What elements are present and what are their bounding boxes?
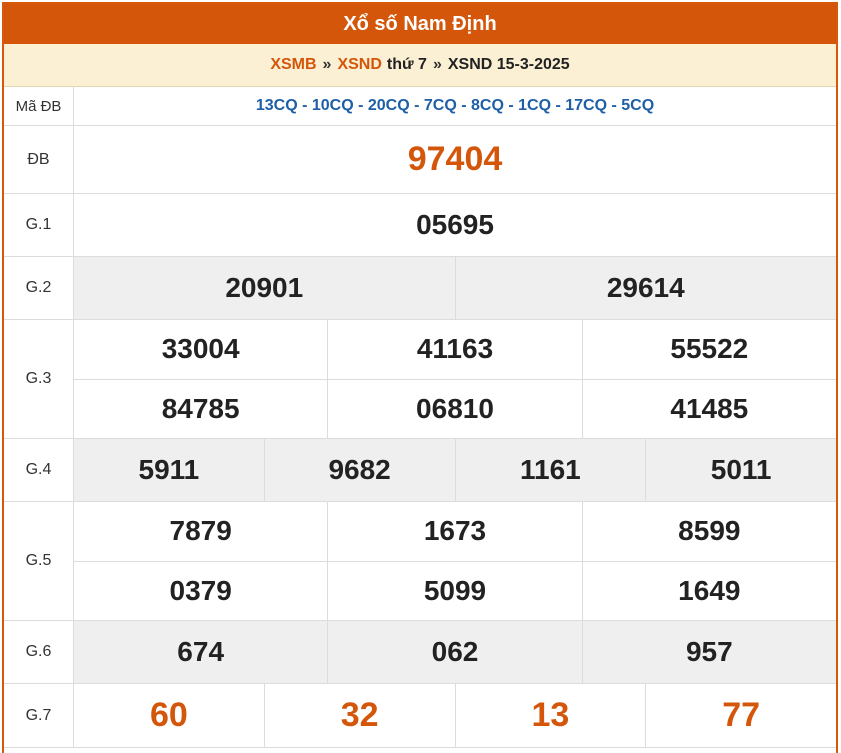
row-label: ĐB xyxy=(4,126,74,193)
row-prize-1: G.1 05695 xyxy=(4,194,836,257)
row-label: G.7 xyxy=(4,684,74,747)
prize-number: 05695 xyxy=(416,209,494,240)
breadcrumb-link-xsnd[interactable]: XSND xyxy=(337,56,381,74)
row-label: G.5 xyxy=(4,502,74,620)
page-title: Xổ số Nam Định xyxy=(4,4,836,44)
row-prize-3: G.3 33004 41163 55522 84785 06810 41485 xyxy=(4,320,836,439)
breadcrumb: XSMB » XSND thứ 7 » XSND 15-3-2025 xyxy=(4,44,836,87)
prize-number: 29614 xyxy=(454,257,837,319)
special-prize-number: 97404 xyxy=(407,140,503,178)
prize-number: 41163 xyxy=(327,320,581,379)
row-label: Mã ĐB xyxy=(4,87,74,125)
lottery-results-table: Xổ số Nam Định XSMB » XSND thứ 7 » XSND … xyxy=(2,2,838,753)
breadcrumb-separator: » xyxy=(322,56,332,73)
prize-number: 9682 xyxy=(263,439,455,501)
prize-number: 062 xyxy=(327,621,581,683)
prize-number: 33004 xyxy=(161,333,240,365)
breadcrumb-link-xsmb[interactable]: XSMB xyxy=(270,56,316,74)
prize-number: 77 xyxy=(645,684,836,747)
breadcrumb-separator: » xyxy=(432,56,442,73)
prize-number: 32 xyxy=(263,684,455,747)
prize-number: 5099 xyxy=(327,561,581,620)
row-ma-db: Mã ĐB 13CQ - 10CQ - 20CQ - 7CQ - 8CQ - 1… xyxy=(4,87,836,126)
row-special-prize: ĐB 97404 xyxy=(4,126,836,194)
prize-number: 13 xyxy=(454,684,646,747)
row-prize-2: G.2 20901 29614 xyxy=(4,257,836,320)
row-label: G.4 xyxy=(4,439,74,501)
prize-number: 0379 xyxy=(169,574,232,606)
prize-number: 1161 xyxy=(454,439,646,501)
prize-number: 8599 xyxy=(581,502,836,561)
prize-number: 5011 xyxy=(645,439,836,501)
prize-number: 7879 xyxy=(169,515,232,547)
row-label: G.1 xyxy=(4,194,74,256)
prize-number: 41485 xyxy=(581,379,836,438)
prize-number: 1649 xyxy=(581,561,836,620)
prize-number: 06810 xyxy=(327,379,581,438)
row-prize-5: G.5 7879 1673 8599 0379 5099 1649 xyxy=(4,502,836,621)
prize-number: 55522 xyxy=(581,320,836,379)
special-codes: 13CQ - 10CQ - 20CQ - 7CQ - 8CQ - 1CQ - 1… xyxy=(255,97,655,114)
row-prize-7: G.7 60 32 13 77 xyxy=(4,684,836,748)
prize-number: 84785 xyxy=(161,392,240,424)
row-label: G.6 xyxy=(4,621,74,683)
breadcrumb-text-weekday: thứ 7 xyxy=(386,56,427,73)
row-label: G.2 xyxy=(4,257,74,319)
breadcrumb-current: XSND 15-3-2025 xyxy=(447,56,570,73)
prize-number: 957 xyxy=(581,621,836,683)
prize-number: 1673 xyxy=(327,502,581,561)
prize-number: 674 xyxy=(177,636,225,667)
row-label: G.3 xyxy=(4,320,74,438)
prize-number: 60 xyxy=(149,696,188,734)
row-prize-4: G.4 5911 9682 1161 5011 xyxy=(4,439,836,502)
prize-number: 5911 xyxy=(138,454,200,485)
row-prize-6: G.6 674 062 957 xyxy=(4,621,836,684)
prize-number: 20901 xyxy=(225,272,304,303)
